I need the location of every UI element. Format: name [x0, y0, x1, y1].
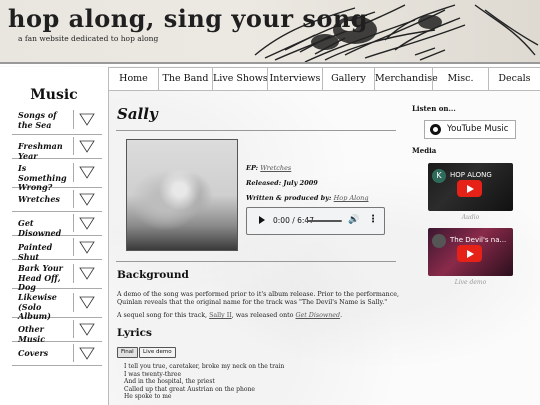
chevron-down-icon[interactable] [79, 347, 95, 360]
nav-live-shows[interactable]: Live Shows [212, 68, 268, 90]
sidebar-item-bark-your-head-off-dog[interactable]: Bark Your Head Off, Dog [12, 259, 102, 292]
album-cover-image [126, 139, 238, 251]
sidebar-item-other-music[interactable]: Other Music [12, 317, 102, 343]
lyrics-final-button[interactable]: Final [117, 347, 138, 358]
video-title: HOP ALONG [450, 171, 492, 179]
sidebar-item-label: Songs of the Sea [18, 110, 57, 130]
sidebar-item-get-disowned[interactable]: Get Disowned [12, 211, 102, 237]
release-info: Released: July 2009 [246, 179, 318, 187]
sidebar-item-label: Wretches [18, 194, 60, 204]
audio-player[interactable]: 0:00 / 6:47 🔊 ⋮ [246, 207, 385, 235]
media-label: Media [412, 146, 437, 155]
background-paragraph: A demo of the song was performed prior t… [117, 291, 399, 306]
nav-merchandise[interactable]: Merchandise [374, 68, 438, 90]
main-nav: Home The Band Live Shows Interviews Gall… [108, 67, 540, 91]
sequel-paragraph: A sequel song for this track, Sally II, … [117, 312, 343, 319]
chevron-down-icon[interactable] [79, 113, 95, 126]
video-title: The Devil's na... [450, 236, 507, 244]
youtube-music-icon [430, 124, 441, 135]
chevron-down-icon[interactable] [79, 323, 95, 336]
lyric-line: I was twenty-three [124, 370, 182, 378]
chevron-down-icon[interactable] [79, 166, 95, 179]
chevron-down-icon[interactable] [79, 217, 95, 230]
credits-info: Written & produced by: Hop Along [246, 194, 368, 202]
lyric-line: He spoke to me [124, 393, 172, 401]
background-heading: Background [117, 269, 189, 281]
listen-on-label: Listen on... [412, 104, 456, 113]
sally-ii-link[interactable]: Sally II [209, 312, 232, 319]
chevron-down-icon[interactable] [79, 193, 95, 206]
sidebar-item-painted-shut[interactable]: Painted Shut [12, 235, 102, 261]
video-embed-live-demo[interactable]: The Devil's na... [428, 228, 513, 276]
progress-slider[interactable] [307, 220, 342, 222]
video-embed-audio[interactable]: K HOP ALONG [428, 163, 513, 211]
youtube-music-button[interactable]: YouTube Music [424, 120, 516, 139]
site-title[interactable]: hop along, sing your song [8, 4, 368, 33]
channel-avatar: K [432, 169, 446, 183]
title-divider [116, 130, 396, 131]
ep-info: EP: Wretches [246, 164, 291, 172]
chevron-down-icon[interactable] [79, 140, 95, 153]
lyrics-live-demo-button[interactable]: Live demo [139, 347, 176, 358]
get-disowned-link[interactable]: Get Disowned [295, 312, 340, 319]
written-label: Written & produced by: [246, 194, 332, 202]
chevron-down-icon[interactable] [79, 296, 95, 309]
youtube-play-icon[interactable] [457, 180, 482, 197]
chevron-down-icon[interactable] [79, 267, 95, 280]
sidebar-item-is-something-wrong[interactable]: Is Something Wrong? [12, 158, 102, 192]
right-sidebar: Listen on... YouTube Music Media K HOP A… [408, 89, 540, 405]
content-divider [116, 261, 396, 262]
channel-avatar [432, 234, 446, 248]
nav-decals[interactable]: Decals [488, 68, 540, 90]
released-label: Released: [246, 179, 282, 187]
sidebar-item-songs-of-the-sea[interactable]: Songs of the Sea [12, 105, 102, 135]
site-header: hop along, sing your song a fan website … [0, 0, 540, 62]
video-caption: Live demo [454, 279, 487, 286]
released-value: July 2009 [283, 179, 318, 187]
ep-link[interactable]: Wretches [260, 164, 291, 172]
more-vertical-icon[interactable]: ⋮ [368, 214, 378, 225]
nav-the-band[interactable]: The Band [158, 68, 212, 90]
nav-gallery[interactable]: Gallery [322, 68, 374, 90]
song-content: Sally EP: Wretches Released: July 2009 W… [108, 89, 408, 405]
youtube-play-icon[interactable] [457, 245, 482, 262]
video-caption: Audio [461, 214, 480, 221]
sidebar-item-wretches[interactable]: Wretches [12, 187, 102, 212]
lyric-line: Called up that great Austrian on the pho… [124, 385, 255, 393]
play-icon[interactable] [259, 216, 265, 224]
lyric-line: I tell you true, caretaker, broke my nec… [124, 363, 285, 370]
sidebar-item-likewise-solo-album[interactable]: Likewise (Solo Album) [12, 288, 102, 321]
volume-icon[interactable]: 🔊 [348, 215, 359, 225]
sidebar-item-covers[interactable]: Covers [12, 341, 102, 366]
lyric-line: And in the hospital, the priest [124, 378, 215, 386]
sidebar-title: Music [30, 87, 78, 103]
youtube-music-label: YouTube Music [447, 124, 509, 134]
ep-label: EP: [246, 164, 259, 172]
site-subtitle: a fan website dedicated to hop along [18, 34, 159, 43]
header-divider [0, 62, 540, 64]
nav-misc[interactable]: Misc. [432, 68, 488, 90]
chevron-down-icon[interactable] [79, 241, 95, 254]
artist-link[interactable]: Hop Along [334, 194, 369, 202]
lyrics-text: I tell you true, caretaker, broke my nec… [124, 363, 284, 401]
sidebar-item-label: Covers [18, 348, 49, 358]
nav-home[interactable]: Home [108, 68, 158, 90]
sidebar-item-freshman-year[interactable]: Freshman Year [12, 134, 102, 160]
nav-interviews[interactable]: Interviews [267, 68, 322, 90]
lyrics-heading: Lyrics [117, 327, 152, 339]
music-sidebar: Music Songs of the Sea Freshman Year Is … [0, 67, 109, 405]
song-title: Sally [117, 105, 158, 123]
